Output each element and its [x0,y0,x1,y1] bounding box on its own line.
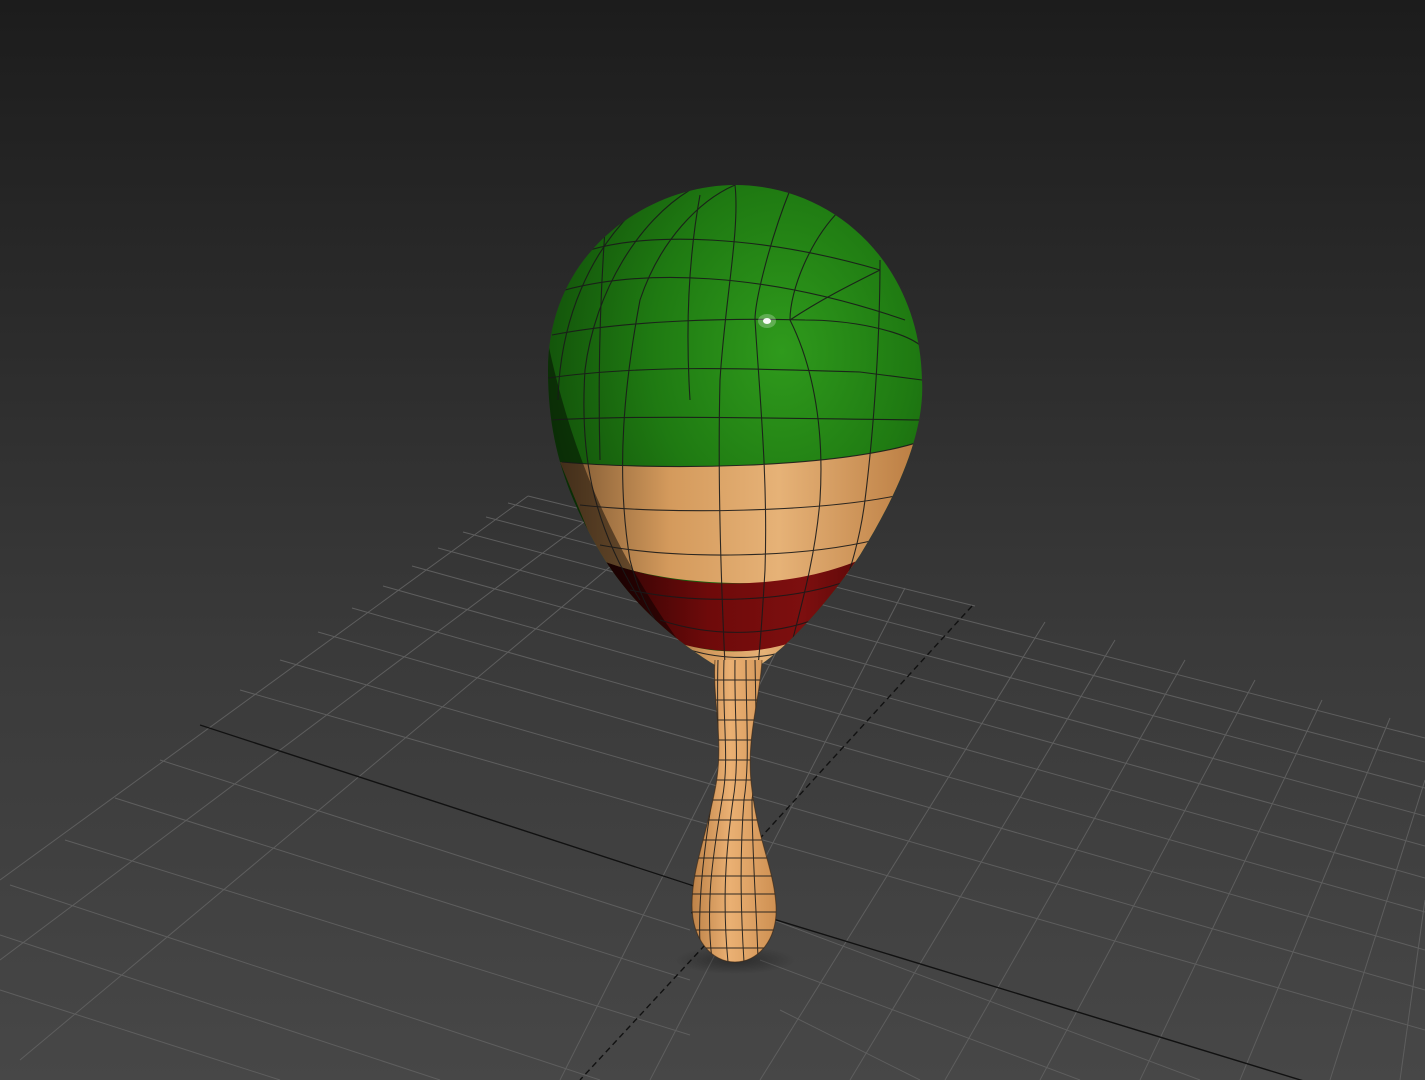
maraca-handle [692,660,777,962]
viewport-scene [0,185,1425,1080]
maraca-head [548,185,923,665]
3d-viewport[interactable] [0,0,1425,1080]
